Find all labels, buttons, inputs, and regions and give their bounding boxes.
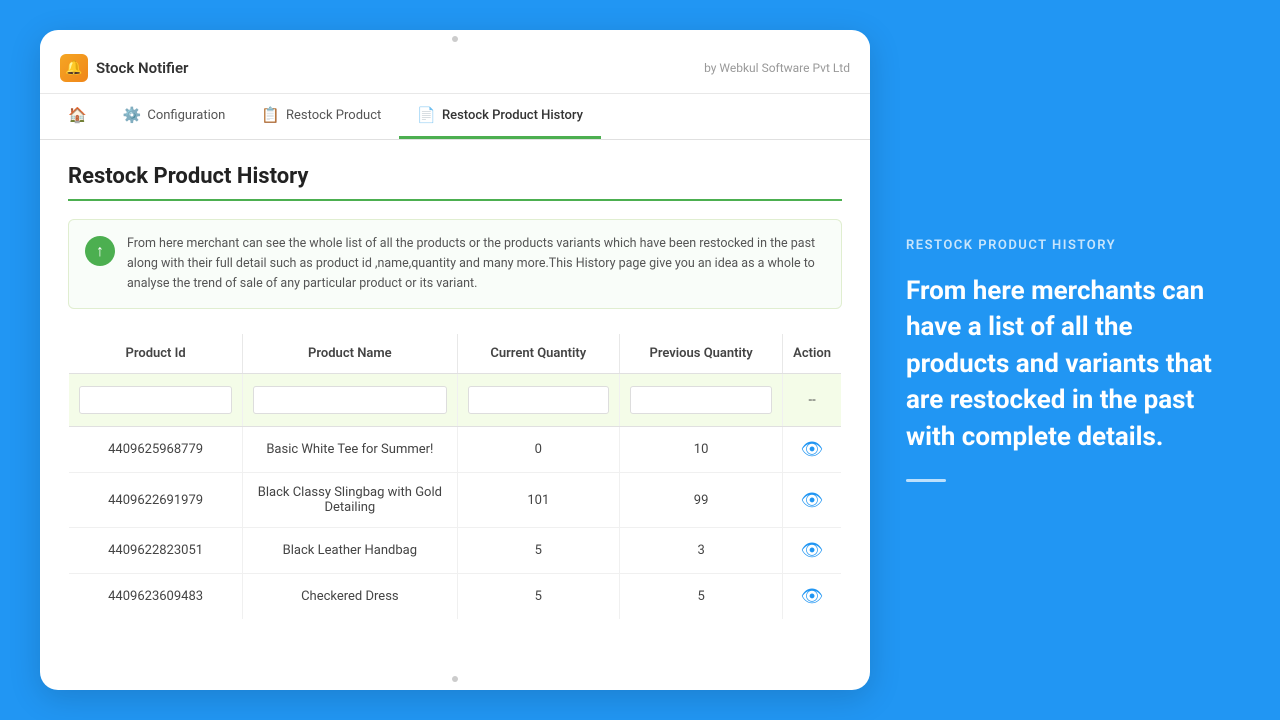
- table-row: 4409622823051 Black Leather Handbag 5 3 …: [69, 528, 842, 574]
- table-row: 4409623609483 Checkered Dress 5 5 👁: [69, 574, 842, 620]
- filter-product-name[interactable]: [243, 374, 457, 427]
- right-panel: RESTOCK PRODUCT HISTORY From here mercha…: [870, 198, 1260, 522]
- filter-row: --: [69, 374, 842, 427]
- restock-icon: 📋: [261, 106, 280, 124]
- cell-previous-qty: 10: [620, 427, 783, 473]
- cell-product-name: Black Classy Slingbag with Gold Detailin…: [243, 473, 457, 528]
- col-action: Action: [783, 334, 842, 374]
- config-icon: ⚙️: [123, 106, 142, 124]
- cell-previous-qty: 5: [620, 574, 783, 620]
- tab-home[interactable]: 🏠: [50, 94, 105, 139]
- filter-product-id[interactable]: [69, 374, 243, 427]
- cell-product-name: Black Leather Handbag: [243, 528, 457, 574]
- cell-product-id: 4409623609483: [69, 574, 243, 620]
- filter-previous-qty[interactable]: [620, 374, 783, 427]
- cell-action[interactable]: 👁: [783, 427, 842, 473]
- table-row: 4409622691979 Black Classy Slingbag with…: [69, 473, 842, 528]
- nav-tabs: 🏠 ⚙️ Configuration 📋 Restock Product 📄 R…: [40, 94, 870, 140]
- data-table: Product Id Product Name Current Quantity…: [68, 333, 842, 620]
- filter-product-id-input[interactable]: [79, 386, 232, 414]
- cell-action[interactable]: 👁: [783, 528, 842, 574]
- page-title: Restock Product History: [68, 164, 842, 189]
- cell-product-name: Checkered Dress: [243, 574, 457, 620]
- cell-previous-qty: 3: [620, 528, 783, 574]
- view-icon[interactable]: 👁: [801, 490, 824, 511]
- cell-current-qty: 0: [457, 427, 620, 473]
- cell-current-qty: 5: [457, 574, 620, 620]
- filter-action-dash: --: [783, 374, 842, 427]
- cell-action[interactable]: 👁: [783, 574, 842, 620]
- cell-product-id: 4409625968779: [69, 427, 243, 473]
- by-webkul: by Webkul Software Pvt Ltd: [704, 61, 850, 75]
- brand-name: Stock Notifier: [96, 59, 188, 77]
- cell-previous-qty: 99: [620, 473, 783, 528]
- topbar: 🔔 Stock Notifier by Webkul Software Pvt …: [40, 42, 870, 94]
- view-icon[interactable]: 👁: [801, 540, 824, 561]
- filter-current-qty[interactable]: [457, 374, 620, 427]
- cell-product-id: 4409622823051: [69, 528, 243, 574]
- bottom-dot: [452, 676, 458, 682]
- view-icon[interactable]: 👁: [801, 439, 824, 460]
- col-product-id: Product Id: [69, 334, 243, 374]
- content-area: Restock Product History ↑ From here merc…: [40, 140, 870, 668]
- cell-current-qty: 101: [457, 473, 620, 528]
- right-panel-label: RESTOCK PRODUCT HISTORY: [906, 238, 1224, 253]
- card-bottom: [40, 668, 870, 690]
- info-icon: ↑: [85, 236, 115, 266]
- title-underline: [68, 199, 842, 201]
- brand-icon: 🔔: [60, 54, 88, 82]
- cell-product-name: Basic White Tee for Summer!: [243, 427, 457, 473]
- filter-previous-qty-input[interactable]: [630, 386, 772, 414]
- col-current-qty: Current Quantity: [457, 334, 620, 374]
- col-product-name: Product Name: [243, 334, 457, 374]
- right-panel-divider: [906, 479, 946, 482]
- view-icon[interactable]: 👁: [801, 586, 824, 607]
- tab-restock-product-label: Restock Product: [286, 108, 381, 123]
- home-icon: 🏠: [68, 106, 87, 124]
- filter-product-name-input[interactable]: [253, 386, 446, 414]
- tab-restock-product[interactable]: 📋 Restock Product: [243, 94, 399, 139]
- card: 🔔 Stock Notifier by Webkul Software Pvt …: [40, 30, 870, 690]
- table-header-row: Product Id Product Name Current Quantity…: [69, 334, 842, 374]
- info-text: From here merchant can see the whole lis…: [127, 234, 825, 294]
- tab-restock-product-history-label: Restock Product History: [442, 108, 583, 123]
- info-box: ↑ From here merchant can see the whole l…: [68, 219, 842, 309]
- tab-restock-product-history[interactable]: 📄 Restock Product History: [399, 94, 601, 139]
- cell-current-qty: 5: [457, 528, 620, 574]
- filter-current-qty-input[interactable]: [468, 386, 610, 414]
- scroll-dots: [40, 30, 870, 42]
- cell-product-id: 4409622691979: [69, 473, 243, 528]
- tab-configuration[interactable]: ⚙️ Configuration: [105, 94, 244, 139]
- brand-area: 🔔 Stock Notifier: [60, 54, 188, 82]
- right-panel-description: From here merchants can have a list of a…: [906, 273, 1224, 455]
- tab-configuration-label: Configuration: [147, 108, 225, 123]
- table-row: 4409625968779 Basic White Tee for Summer…: [69, 427, 842, 473]
- cell-action[interactable]: 👁: [783, 473, 842, 528]
- main-container: 🔔 Stock Notifier by Webkul Software Pvt …: [0, 0, 1280, 720]
- history-icon: 📄: [417, 106, 436, 124]
- col-previous-qty: Previous Quantity: [620, 334, 783, 374]
